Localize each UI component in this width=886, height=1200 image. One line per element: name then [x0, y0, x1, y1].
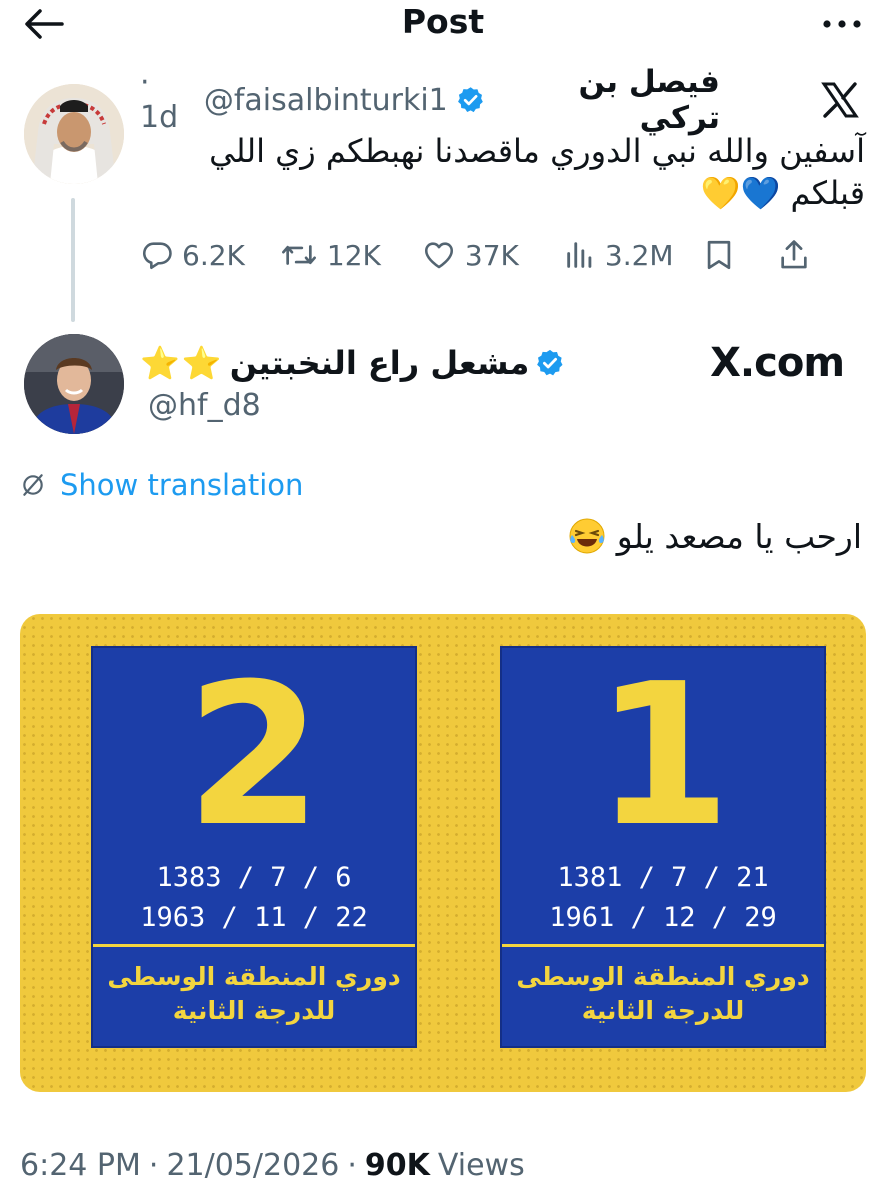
- card-divider: [93, 944, 415, 947]
- translate-label: Show translation: [60, 468, 304, 502]
- user-avatar-image: [24, 334, 124, 434]
- handle[interactable]: @faisalbinturki1: [204, 83, 448, 118]
- reply-button[interactable]: 6.2K: [140, 238, 245, 272]
- handle[interactable]: @hf_d8: [148, 388, 261, 423]
- post-time[interactable]: · 1d: [140, 65, 196, 135]
- share-icon: [780, 240, 807, 269]
- translate-icon: [23, 474, 43, 496]
- quoted-tweet-header: فيصل بن تركي @faisalbinturki1 · 1d: [140, 64, 720, 136]
- card-label-line2: للدرجة الثانية: [172, 996, 336, 1025]
- star-emojis: ⭐⭐: [140, 344, 224, 382]
- card-date-hijri: 1381 / 7 / 21: [557, 862, 769, 893]
- main-tweet-text-row: ارحب يا مصعد يلو: [567, 516, 862, 556]
- laughing-emoji-icon: [569, 518, 605, 554]
- card-date-gregorian: 1963 / 11 / 22: [140, 902, 368, 933]
- reply-count: 6.2K: [182, 238, 245, 272]
- page-title: Post: [401, 2, 485, 41]
- thread-connector: [71, 198, 75, 322]
- season-card: 1 1381 / 7 / 21 1961 / 12 / 29 دوري المن…: [500, 646, 826, 1048]
- retweet-icon: [281, 245, 316, 265]
- bookmark-icon: [707, 240, 730, 270]
- avatar[interactable]: [24, 334, 124, 434]
- card-date-hijri: 1383 / 7 / 6: [156, 862, 352, 893]
- top-bar: Post: [0, 0, 886, 50]
- like-count: 37K: [464, 238, 519, 272]
- user-avatar-image: [24, 84, 124, 184]
- separator-dot: ·: [148, 1148, 159, 1183]
- post-date[interactable]: 21/05/2026: [166, 1148, 339, 1183]
- main-tweet-header: ⭐⭐ مشعل راع النخبتين: [140, 338, 565, 388]
- xcom-watermark: X.com: [710, 340, 845, 386]
- retweet-count: 12K: [326, 238, 381, 272]
- x-logo-icon[interactable]: [820, 80, 860, 120]
- verified-badge-icon: [457, 87, 483, 113]
- view-count: 3.2M: [604, 238, 674, 272]
- action-bar: 6.2K 12K 37K 3.2M: [140, 232, 870, 278]
- display-name[interactable]: فيصل بن تركي: [493, 64, 720, 136]
- heart-icon: [424, 242, 453, 269]
- more-button[interactable]: [820, 4, 864, 44]
- card-number: 1: [594, 642, 732, 870]
- card-label: دوري المنطقة الوسطى للدرجة الثانية: [93, 960, 415, 1028]
- quoted-tweet-text: آسفين والله نبي الدوري ماقصدنا نهبطكم زي…: [209, 132, 865, 212]
- display-name[interactable]: مشعل راع النخبتين: [230, 344, 530, 382]
- views-count: 90K: [364, 1148, 430, 1183]
- show-translation-button[interactable]: Show translation: [20, 464, 303, 506]
- season-card: 2 1383 / 7 / 6 1963 / 11 / 22 دوري المنط…: [91, 646, 417, 1048]
- card-label: دوري المنطقة الوسطى للدرجة الثانية: [502, 960, 824, 1028]
- analytics-icon: [567, 242, 592, 268]
- share-button[interactable]: [778, 238, 810, 272]
- card-label-line2: للدرجة الثانية: [581, 996, 745, 1025]
- card-divider: [502, 944, 824, 947]
- bookmark-button[interactable]: [704, 238, 734, 272]
- card-number: 2: [185, 642, 323, 870]
- more-horizontal-icon: [823, 20, 861, 28]
- like-button[interactable]: 37K: [421, 238, 519, 272]
- verified-badge-icon: [537, 349, 563, 376]
- main-tweet-text: ارحب يا مصعد يلو: [616, 516, 862, 556]
- card-date-gregorian: 1961 / 12 / 29: [549, 902, 777, 933]
- retweet-button[interactable]: 12K: [279, 238, 381, 272]
- reply-icon: [142, 242, 172, 270]
- views-button[interactable]: 3.2M: [563, 238, 674, 272]
- card-label-line1: دوري المنطقة الوسطى: [107, 962, 401, 991]
- views-label: Views: [437, 1148, 525, 1183]
- card-label-line1: دوري المنطقة الوسطى: [516, 962, 810, 991]
- avatar[interactable]: [24, 84, 124, 184]
- tweet-image[interactable]: 2 1383 / 7 / 6 1963 / 11 / 22 دوري المنط…: [20, 614, 866, 1092]
- post-time[interactable]: 6:24 PM: [20, 1148, 141, 1183]
- separator-dot: ·: [347, 1148, 357, 1183]
- post-meta: 6:24 PM · 21/05/2026 · 90K Views: [20, 1148, 525, 1183]
